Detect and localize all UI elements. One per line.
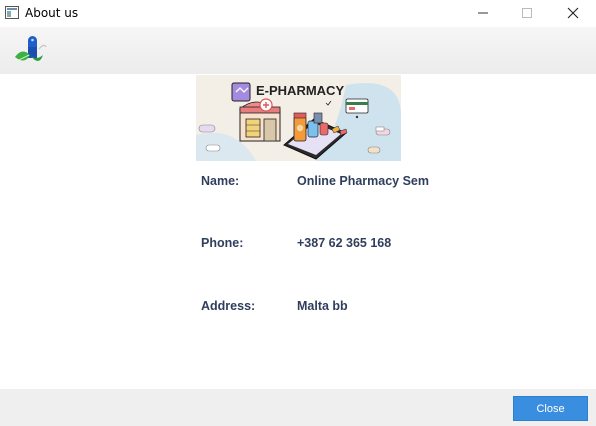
header-strip xyxy=(0,27,596,74)
maximize-icon xyxy=(522,8,532,18)
phone-label: Phone: xyxy=(201,236,244,250)
address-value: Malta bb xyxy=(297,299,348,313)
e-pharmacy-banner-image: E-PHARMACY xyxy=(196,75,401,161)
title-bar: About us xyxy=(0,0,596,27)
address-label: Address: xyxy=(201,299,256,313)
close-icon xyxy=(567,7,579,19)
close-button[interactable]: Close xyxy=(513,396,588,421)
close-window-button[interactable] xyxy=(550,0,596,27)
minimize-button[interactable] xyxy=(460,0,506,27)
maximize-button[interactable] xyxy=(504,0,550,27)
name-label: Name: xyxy=(201,174,240,188)
window-title: About us xyxy=(25,6,79,20)
phone-value: +387 62 365 168 xyxy=(297,236,392,250)
name-value: Online Pharmacy Sem xyxy=(297,174,430,188)
footer-bar xyxy=(0,389,596,426)
pharmacy-logo-icon xyxy=(15,36,47,62)
minimize-icon xyxy=(478,12,488,14)
banner-heading-text: E-PHARMACY xyxy=(256,83,344,98)
window-app-icon xyxy=(5,6,19,19)
